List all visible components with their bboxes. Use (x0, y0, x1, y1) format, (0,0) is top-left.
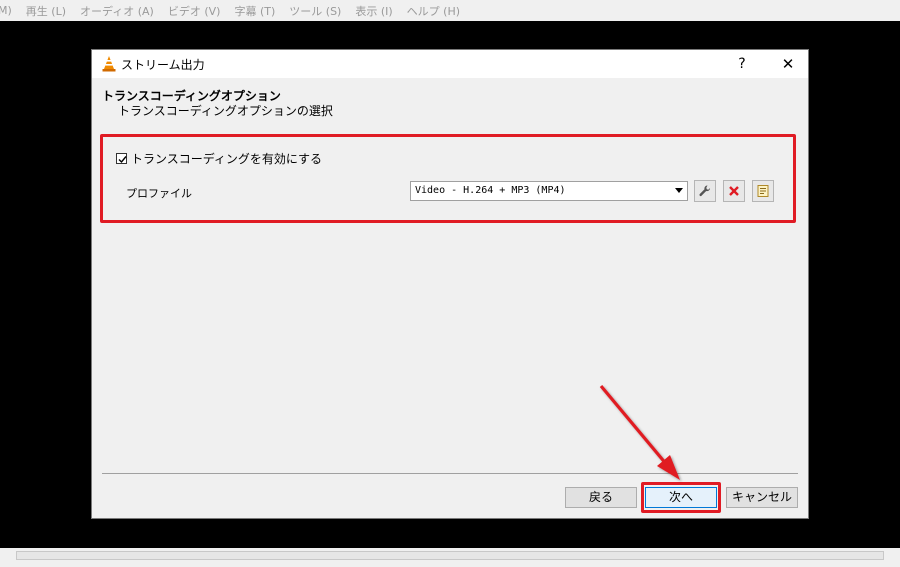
annotation-arrow (599, 384, 680, 480)
seek-slider[interactable] (16, 551, 884, 560)
bottom-control-bar (0, 548, 900, 567)
